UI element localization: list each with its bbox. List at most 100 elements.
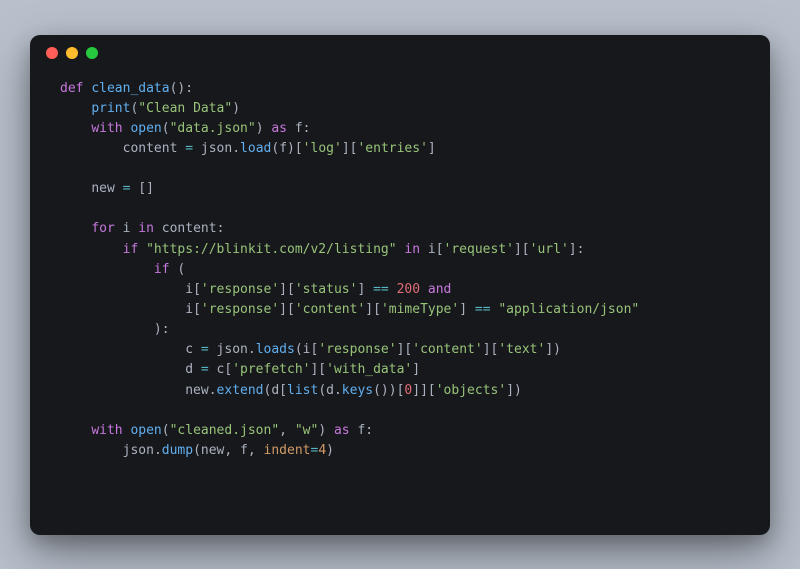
bracket: ]) [506, 383, 522, 398]
code-line: i['response']['content']['mimeType'] == … [185, 302, 639, 317]
variable: f [295, 121, 303, 136]
operator: = [177, 141, 200, 156]
paren-close: ): [154, 322, 170, 337]
number: 200 [397, 282, 420, 297]
bracket: [ [193, 302, 201, 317]
function-call: print [91, 101, 130, 116]
function-call: dump [162, 443, 193, 458]
builtin: list [287, 383, 318, 398]
bracket: ] [428, 141, 436, 156]
string-key: 'mimeType' [381, 302, 459, 317]
code-line: for i in content: [91, 221, 224, 236]
string-key: 'with_data' [326, 362, 412, 377]
bracket: ][ [342, 141, 358, 156]
variable: d [185, 362, 193, 377]
code-line: if "https://blinkit.com/v2/listing" in i… [123, 242, 585, 257]
argument: new [201, 443, 224, 458]
paren: ( [162, 423, 170, 438]
function-name: clean_data [91, 81, 169, 96]
variable: new [185, 383, 208, 398]
keyword-for: for [91, 221, 114, 236]
keyword-in: in [404, 242, 420, 257]
code-editor: def clean_data(): print("Clean Data") wi… [30, 71, 770, 482]
function-call: keys [342, 383, 373, 398]
string-key: 'response' [201, 302, 279, 317]
window-titlebar [30, 35, 770, 71]
number: 4 [318, 443, 326, 458]
string-key: 'entries' [357, 141, 427, 156]
dot: . [232, 141, 240, 156]
operator: = [115, 181, 138, 196]
argument: f [240, 443, 248, 458]
paren: ( [162, 121, 170, 136]
keyword-arg: indent [264, 443, 311, 458]
paren: ) [326, 443, 334, 458]
keyword-as: as [271, 121, 287, 136]
bracket: ][ [397, 342, 413, 357]
dot: . [154, 443, 162, 458]
bracket: [ [193, 282, 201, 297]
paren: ) [256, 121, 264, 136]
code-line: json.dump(new, f, indent=4) [123, 443, 334, 458]
keyword-def: def [60, 81, 83, 96]
comma: , [248, 443, 264, 458]
paren: ( [271, 141, 279, 156]
keyword-with: with [91, 423, 122, 438]
string-key: 'text' [498, 342, 545, 357]
paren: ( [193, 443, 201, 458]
code-line: new = [] [91, 181, 154, 196]
string: "https://blinkit.com/v2/listing" [146, 242, 396, 257]
minimize-icon[interactable] [66, 47, 78, 59]
colon: : [365, 423, 373, 438]
comma: , [224, 443, 240, 458]
bracket: ][ [279, 282, 295, 297]
bracket: ] [412, 362, 420, 377]
string-key: 'url' [530, 242, 569, 257]
paren: ())[ [373, 383, 404, 398]
colon: : [303, 121, 311, 136]
bracket: ] [459, 302, 475, 317]
keyword-with: with [91, 121, 122, 136]
operator: == [373, 282, 389, 297]
bracket: [ [279, 383, 287, 398]
string: "data.json" [170, 121, 256, 136]
function-call: extend [217, 383, 264, 398]
bracket: ][ [483, 342, 499, 357]
function-call: loads [256, 342, 295, 357]
paren: ( [170, 262, 186, 277]
comma: , [279, 423, 295, 438]
module: json [217, 342, 248, 357]
code-line: def clean_data(): [60, 81, 193, 96]
close-icon[interactable] [46, 47, 58, 59]
code-line: content = json.load(f)['log']['entries'] [123, 141, 436, 156]
dot: . [209, 383, 217, 398]
bracket: ][ [279, 302, 295, 317]
bracket: ][ [514, 242, 530, 257]
string-key: 'request' [444, 242, 514, 257]
keyword-in: in [138, 221, 154, 236]
variable: content [123, 141, 178, 156]
variable: i [185, 282, 193, 297]
variable: c [185, 342, 193, 357]
string-key: 'content' [412, 342, 482, 357]
string: "cleaned.json" [170, 423, 280, 438]
bracket: ]) [545, 342, 561, 357]
dot: . [248, 342, 256, 357]
bracket: ]][ [412, 383, 435, 398]
argument: d [271, 383, 279, 398]
variable: content [162, 221, 217, 236]
paren: ( [295, 342, 303, 357]
maximize-icon[interactable] [86, 47, 98, 59]
bracket: ][ [365, 302, 381, 317]
bracket: ][ [310, 362, 326, 377]
module: json [123, 443, 154, 458]
dot: . [334, 383, 342, 398]
keyword-and: and [420, 282, 451, 297]
argument: f [279, 141, 287, 156]
bracket: [ [436, 242, 444, 257]
string-key: 'content' [295, 302, 365, 317]
code-line: new.extend(d[list(d.keys())[0]]['objects… [185, 383, 522, 398]
keyword-as: as [334, 423, 350, 438]
code-line: i['response']['status'] == 200 and [185, 282, 451, 297]
module: json [201, 141, 232, 156]
